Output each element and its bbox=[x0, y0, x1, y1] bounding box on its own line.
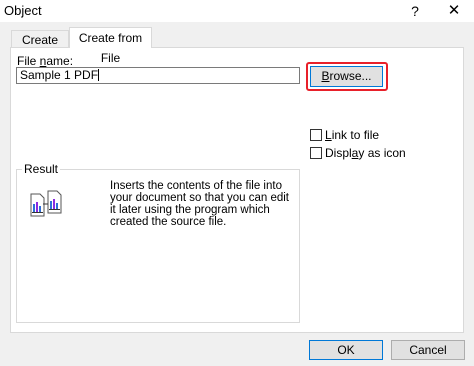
display-as-icon-checkbox[interactable] bbox=[310, 147, 322, 159]
tab-create-new[interactable]: Create New bbox=[11, 30, 69, 65]
text-caret bbox=[98, 69, 100, 81]
title-bar: Object ? ✕ bbox=[0, 0, 474, 22]
help-button[interactable]: ? bbox=[404, 0, 426, 22]
file-name-input[interactable]: Sample 1 PDF bbox=[16, 67, 300, 84]
link-to-file-option[interactable]: Link to file bbox=[310, 128, 379, 142]
embedded-documents-icon bbox=[30, 190, 62, 217]
window-title: Object bbox=[4, 3, 42, 18]
browse-button[interactable]: Browse... bbox=[310, 66, 383, 87]
file-name-value: Sample 1 PDF bbox=[20, 68, 99, 82]
cancel-button[interactable]: Cancel bbox=[391, 340, 465, 360]
link-to-file-label: Link to file bbox=[325, 128, 380, 142]
object-dialog: Object ? ✕ Create New Create from File F… bbox=[0, 0, 474, 366]
link-to-file-checkbox[interactable] bbox=[310, 129, 322, 141]
display-as-icon-option[interactable]: Display as icon bbox=[310, 146, 406, 160]
tab-create-from-file[interactable]: Create from File bbox=[69, 27, 152, 65]
display-as-icon-label: Display as icon bbox=[325, 146, 406, 160]
result-legend: Result bbox=[22, 162, 61, 176]
ok-button[interactable]: OK bbox=[309, 340, 383, 360]
result-description: Inserts the contents of the file into yo… bbox=[110, 180, 289, 228]
file-name-label: File name: bbox=[17, 54, 74, 68]
close-button[interactable]: ✕ bbox=[434, 0, 474, 22]
